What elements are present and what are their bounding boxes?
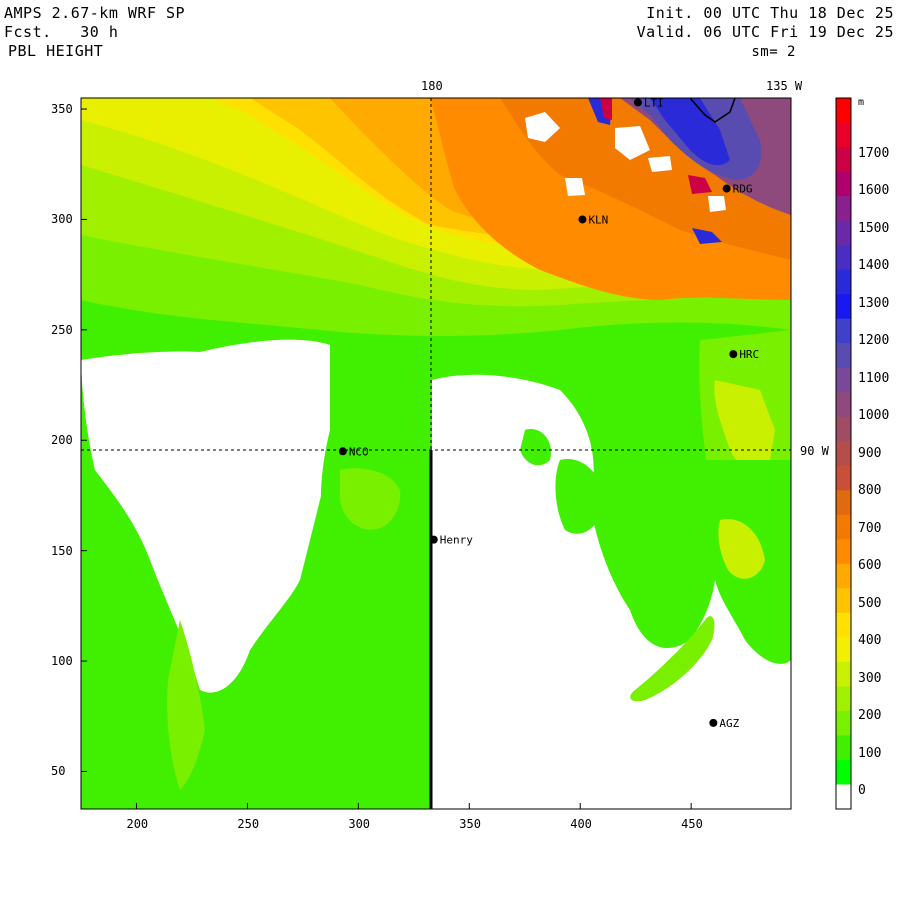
colorbar-label: 500 [858, 595, 882, 611]
colorbar-swatch [836, 98, 851, 124]
colorbar-label: 100 [858, 745, 882, 761]
colorbar-swatch [836, 661, 851, 687]
colorbar-swatch [836, 147, 851, 173]
colorbar-swatch [836, 759, 851, 785]
colorbar-swatch [836, 318, 851, 344]
colorbar-label: 700 [858, 520, 882, 536]
colorbar-label: 1200 [858, 333, 890, 349]
colorbar-swatch [836, 637, 851, 663]
colorbar-label: 600 [858, 558, 882, 574]
colorbar-swatch [836, 563, 851, 589]
colorbar-label: 0 [858, 783, 866, 798]
colorbar [835, 97, 852, 810]
colorbar-swatch [836, 514, 851, 540]
colorbar-label: 1400 [858, 258, 890, 274]
colorbar-label: 300 [858, 670, 882, 686]
colorbar-swatch [836, 710, 851, 736]
colorbar-label: 1600 [858, 183, 890, 199]
colorbar-swatch [836, 122, 851, 148]
colorbar-swatch [836, 441, 851, 467]
colorbar-swatch [836, 465, 851, 491]
colorbar-swatch [836, 490, 851, 516]
colorbar-swatch [836, 196, 851, 222]
colorbar-swatch [836, 735, 851, 761]
colorbar-unit: m [858, 97, 865, 108]
colorbar-label: 1500 [858, 220, 890, 236]
colorbar-swatch [836, 612, 851, 638]
colorbar-label: 800 [858, 483, 882, 499]
colorbar-label: 1300 [858, 295, 890, 311]
colorbar-label: 1100 [858, 370, 890, 386]
colorbar-swatch [836, 784, 851, 810]
colorbar-label: 1000 [858, 408, 890, 424]
colorbar-swatch [836, 245, 851, 271]
colorbar-swatch [836, 343, 851, 369]
colorbar-swatch [836, 220, 851, 246]
colorbar-swatch [836, 416, 851, 442]
colorbar-swatch [836, 171, 851, 197]
colorbar-label: 1700 [858, 146, 890, 161]
colorbar-swatch [836, 367, 851, 393]
colorbar-label: 400 [858, 633, 882, 649]
colorbar-swatch [836, 588, 851, 614]
colorbar-label: 200 [858, 708, 882, 724]
colorbar-label: 900 [858, 445, 882, 461]
colorbar-swatch [836, 686, 851, 712]
colorbar-swatch [836, 539, 851, 565]
colorbar-swatch [836, 269, 851, 295]
colorbar-swatch [836, 294, 851, 320]
colorbar-swatch [836, 392, 851, 418]
